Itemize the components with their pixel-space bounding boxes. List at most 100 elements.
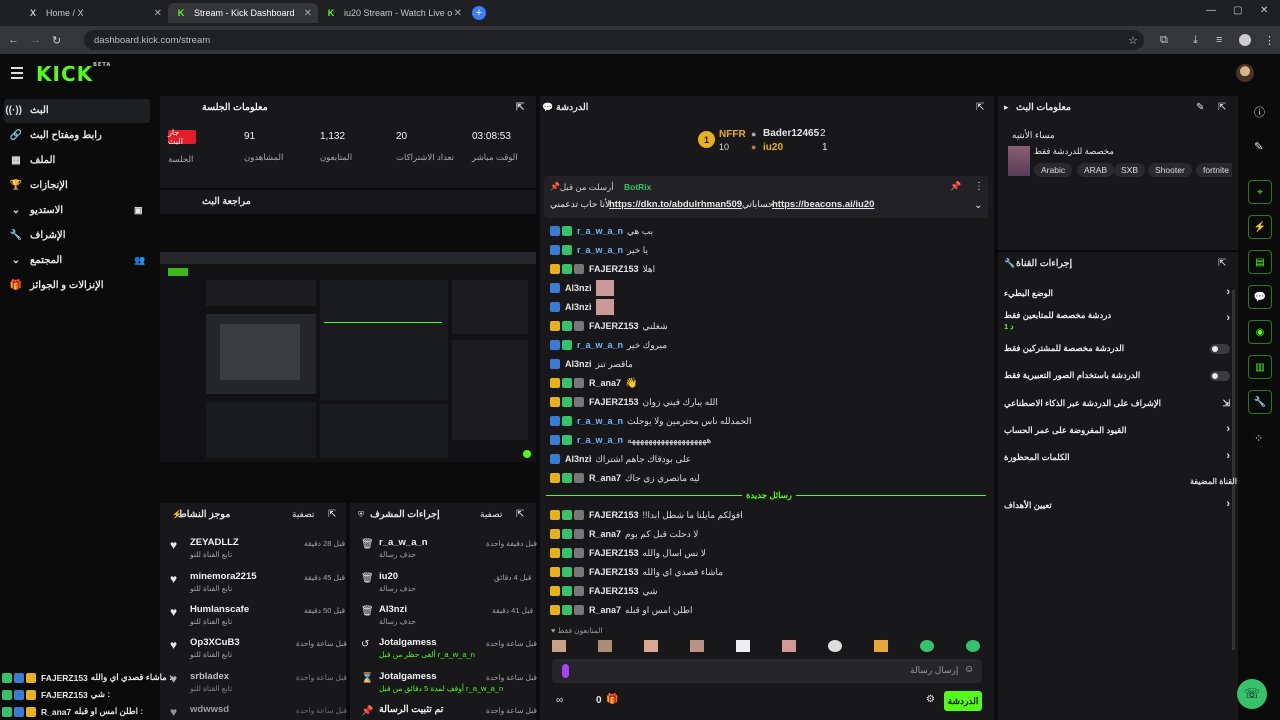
- menu-dots-icon[interactable]: ⋮: [974, 181, 984, 192]
- pinned-link[interactable]: https://dkn.to/abdulrhman509: [609, 199, 742, 210]
- chat-send-button[interactable]: الدردشة: [944, 691, 982, 711]
- expand-icon[interactable]: ⇱: [1218, 102, 1226, 113]
- pinned-user[interactable]: BotRix: [624, 182, 651, 192]
- browser-tab-x[interactable]: X Home / X ✕: [20, 3, 168, 23]
- chat-message: Al3nzi ماقصر تنز: [550, 356, 633, 372]
- avatar[interactable]: [690, 640, 704, 652]
- scrollbar[interactable]: [1232, 290, 1235, 650]
- tag[interactable]: fortnite: [1196, 163, 1232, 177]
- gear-icon[interactable]: ⚙: [926, 694, 935, 705]
- followers-only-row[interactable]: دردشة مخصصة للمتابعين فقط 1 د ›: [1004, 310, 1230, 334]
- reload-icon[interactable]: ↻: [52, 34, 61, 47]
- kick-logo[interactable]: KICKBETA: [36, 62, 111, 86]
- stream-preview-video[interactable]: [160, 252, 536, 462]
- emote-only-toggle[interactable]: [1210, 371, 1230, 381]
- ai-moderation-row[interactable]: الإشراف على الدردشة عبر الذكاء الاصطناعي…: [1004, 394, 1230, 414]
- hamburger-menu-icon[interactable]: [11, 67, 23, 82]
- sidebar-item-moderation[interactable]: 🔧 الإشراف: [4, 224, 150, 248]
- info-circle-icon[interactable]: ⓘ: [1254, 104, 1265, 120]
- chat-message: FAJERZ153 ماشاء قصدي اي والله: [550, 564, 723, 580]
- expand-icon[interactable]: ⇱: [1218, 258, 1226, 269]
- chevron-down-icon[interactable]: ⌄: [974, 200, 982, 211]
- sidebar-item-drops[interactable]: 🎁 الإنزالات و الجوائز: [4, 274, 150, 298]
- download-icon[interactable]: ⤓: [1193, 34, 1198, 47]
- expand-icon[interactable]: ⇱: [328, 509, 336, 520]
- avatar[interactable]: [736, 640, 750, 652]
- avatar[interactable]: [966, 640, 980, 652]
- sidebar-item-stream[interactable]: ((·)) البث: [4, 99, 150, 123]
- menu-dots-icon[interactable]: ⋮: [1264, 34, 1275, 47]
- maximize-icon[interactable]: ▢: [1233, 5, 1242, 16]
- gift-icon[interactable]: 🎁: [606, 694, 618, 705]
- tag[interactable]: ARAB: [1077, 163, 1115, 177]
- profile-card-icon: ▦: [11, 155, 21, 166]
- tab-label: iu20 Stream - Watch Live on Ki...: [344, 8, 452, 18]
- close-icon[interactable]: ✕: [154, 8, 162, 19]
- minimize-icon[interactable]: —: [1206, 5, 1216, 16]
- goals-row[interactable]: تعيين الأهداف ›: [1004, 496, 1230, 516]
- tag[interactable]: Shooter: [1148, 163, 1192, 177]
- scan-icon[interactable]: ⌖: [1248, 180, 1272, 204]
- broadcast-icon[interactable]: ◉: [1248, 320, 1272, 344]
- chat-icon[interactable]: 💬: [1248, 285, 1272, 309]
- edit-pencil-icon[interactable]: ✎: [1254, 140, 1263, 153]
- microphone-icon[interactable]: [562, 664, 569, 678]
- avatar[interactable]: [552, 640, 566, 652]
- avatar[interactable]: [1236, 64, 1254, 82]
- bookmark-star-icon[interactable]: ☆: [1128, 34, 1138, 47]
- overlay-line: FAJERZ153 شي :: [2, 689, 110, 700]
- url-input[interactable]: dashboard.kick.com/stream: [84, 30, 1144, 50]
- x-logo-icon: X: [29, 8, 36, 18]
- lightning-icon[interactable]: ⚡: [1248, 215, 1272, 239]
- browser-tab-dashboard[interactable]: K Stream - Kick Dashboard ✕: [168, 3, 318, 23]
- emote-only-row[interactable]: الدردشة باستخدام الصور التعبيرية فقط: [1004, 366, 1230, 386]
- avatar[interactable]: [920, 640, 934, 652]
- browser-tab-watch[interactable]: K iu20 Stream - Watch Live on Ki... ✕: [318, 3, 468, 23]
- layout-icon[interactable]: ▥: [1248, 355, 1272, 379]
- media-icon[interactable]: ≡: [1216, 34, 1222, 46]
- close-icon[interactable]: ✕: [304, 8, 312, 19]
- trash-icon: 🗑: [361, 539, 374, 550]
- category-thumbnail[interactable]: [1008, 146, 1030, 176]
- pin-icon[interactable]: 📌: [950, 181, 961, 192]
- avatar[interactable]: [782, 640, 796, 652]
- emoji-icon[interactable]: ☺: [964, 664, 974, 675]
- document-icon[interactable]: ▤: [1248, 250, 1272, 274]
- filter-button[interactable]: تصفية: [292, 509, 314, 520]
- window-close-icon[interactable]: ✕: [1260, 5, 1268, 16]
- avatar[interactable]: [644, 640, 658, 652]
- sidebar-item-studio[interactable]: ⌄ الاستديو ▣: [4, 199, 150, 223]
- apps-icon[interactable]: ⁘: [1254, 432, 1263, 445]
- wrench-icon[interactable]: 🔧: [1248, 390, 1272, 414]
- sidebar-item-achievements[interactable]: 🏆 الإنجازات: [4, 174, 150, 198]
- close-icon[interactable]: ✕: [454, 8, 462, 19]
- subscribers-only-row[interactable]: الدردشة مخصصة للمشتركين فقط: [1004, 339, 1230, 359]
- account-age-row[interactable]: القيود المفروضة على عمر الحساب ›: [1004, 421, 1230, 441]
- filter-button[interactable]: تصفية: [480, 509, 502, 520]
- avatar[interactable]: [598, 640, 612, 652]
- heart-icon: ♥: [170, 705, 178, 719]
- avatar[interactable]: [828, 640, 842, 652]
- new-tab-button[interactable]: +: [472, 6, 486, 20]
- tag[interactable]: SXB: [1114, 163, 1146, 177]
- expand-icon[interactable]: ⇱: [976, 102, 984, 113]
- tag[interactable]: Arabic: [1034, 163, 1073, 177]
- subscribers-only-toggle[interactable]: [1210, 344, 1230, 354]
- extensions-icon[interactable]: ⧉: [1160, 34, 1168, 47]
- forward-icon[interactable]: →: [30, 34, 41, 46]
- avatar[interactable]: [874, 640, 888, 652]
- sidebar-item-profile[interactable]: ▦ الملف: [4, 149, 150, 173]
- support-chat-button[interactable]: ☏: [1237, 679, 1267, 709]
- expand-icon[interactable]: ⇱: [516, 102, 524, 113]
- banned-words-row[interactable]: الكلمات المحظورة ›: [1004, 448, 1230, 468]
- chat-input[interactable]: إرسال رسالة ☺: [552, 659, 982, 683]
- back-icon[interactable]: ←: [8, 34, 19, 46]
- sidebar-item-stream-key[interactable]: 🔗 رابط ومفتاح البث: [4, 124, 150, 148]
- infinity-icon[interactable]: ∞: [556, 695, 563, 706]
- pinned-link[interactable]: https://beacons.ai/iu20: [772, 199, 874, 210]
- profile-icon[interactable]: [1239, 34, 1251, 46]
- slow-mode-row[interactable]: الوضع البطيء ›: [1004, 284, 1230, 304]
- edit-pencil-icon[interactable]: ✎: [1196, 102, 1204, 113]
- expand-icon[interactable]: ⇱: [516, 509, 524, 520]
- sidebar-item-community[interactable]: ⌄ المجتمع 👥: [4, 249, 150, 273]
